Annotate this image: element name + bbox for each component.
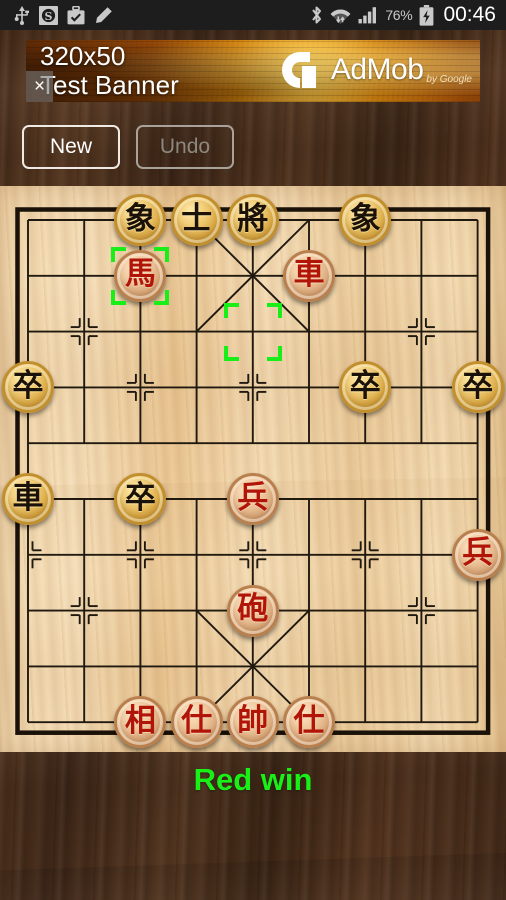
usb-icon bbox=[14, 5, 29, 25]
signal-bars-icon bbox=[358, 7, 377, 24]
board-pieces-layer: 象士將象馬車卒卒卒車卒兵兵砲相仕帥仕 bbox=[0, 186, 506, 752]
ad-banner[interactable]: 320x50 Test Banner × AdMob by Google bbox=[26, 40, 480, 102]
admob-wordmark: AdMob bbox=[330, 53, 424, 86]
black-advisor[interactable]: 士 bbox=[170, 194, 223, 246]
piece-glyph: 帥 bbox=[237, 702, 269, 739]
wifi-icon bbox=[330, 9, 351, 24]
battery-percent-label: 76% bbox=[385, 7, 413, 23]
red-advisor[interactable]: 仕 bbox=[283, 696, 335, 749]
black-elephant[interactable]: 象 bbox=[339, 194, 392, 246]
status-bar: S 76% 00:46 bbox=[0, 0, 506, 30]
move-target-marker bbox=[223, 302, 282, 361]
toolbar: New Undo bbox=[0, 118, 506, 176]
new-game-button[interactable]: New bbox=[22, 125, 120, 169]
piece-glyph: 砲 bbox=[237, 591, 269, 628]
undo-button[interactable]: Undo bbox=[136, 125, 234, 169]
piece-glyph: 卒 bbox=[12, 367, 44, 404]
s-badge-icon: S bbox=[39, 5, 58, 25]
bluetooth-icon bbox=[312, 6, 322, 24]
status-bar-left-icons: S bbox=[0, 5, 113, 25]
red-soldier[interactable]: 兵 bbox=[226, 473, 279, 525]
red-chariot[interactable]: 車 bbox=[283, 249, 335, 302]
red-advisor[interactable]: 仕 bbox=[170, 696, 223, 749]
admob-mark-icon bbox=[276, 46, 324, 94]
ad-banner-text: 320x50 Test Banner bbox=[40, 41, 179, 100]
piece-glyph: 車 bbox=[12, 479, 44, 516]
game-result-label: Red win bbox=[193, 762, 313, 797]
red-elephant[interactable]: 相 bbox=[114, 696, 167, 749]
piece-glyph: 車 bbox=[293, 256, 325, 293]
piece-glyph: 馬 bbox=[124, 256, 156, 293]
battery-charging-icon bbox=[420, 4, 434, 26]
black-soldier[interactable]: 卒 bbox=[339, 361, 392, 414]
red-marshal[interactable]: 帥 bbox=[226, 696, 279, 749]
piece-glyph: 仕 bbox=[181, 702, 213, 739]
black-soldier[interactable]: 卒 bbox=[451, 361, 504, 414]
briefcase-check-icon bbox=[67, 5, 85, 24]
marker-pen-icon bbox=[96, 6, 112, 23]
clock-label: 00:46 bbox=[443, 3, 496, 26]
black-elephant[interactable]: 象 bbox=[114, 194, 167, 246]
piece-glyph: 仕 bbox=[293, 702, 325, 739]
ad-close-button[interactable]: × bbox=[26, 71, 53, 102]
xiangqi-board[interactable]: 象士將象馬車卒卒卒車卒兵兵砲相仕帥仕 bbox=[0, 186, 506, 752]
piece-glyph: 象 bbox=[124, 200, 156, 237]
piece-glyph: 將 bbox=[237, 200, 269, 237]
admob-logo: AdMob by Google bbox=[276, 46, 472, 94]
piece-glyph: 卒 bbox=[462, 367, 494, 404]
piece-glyph: 象 bbox=[349, 200, 381, 237]
piece-glyph: 兵 bbox=[237, 479, 269, 516]
black-chariot[interactable]: 車 bbox=[2, 473, 54, 525]
piece-glyph: 卒 bbox=[349, 367, 381, 404]
admob-by-google-label: by Google bbox=[426, 74, 472, 85]
red-cannon[interactable]: 砲 bbox=[226, 584, 279, 637]
piece-glyph: 兵 bbox=[462, 535, 494, 572]
piece-glyph: 士 bbox=[181, 200, 213, 237]
black-soldier[interactable]: 卒 bbox=[2, 361, 54, 414]
svg-text:S: S bbox=[45, 10, 53, 23]
status-bar-right-icons: 76% 00:46 bbox=[310, 3, 506, 27]
piece-glyph: 卒 bbox=[124, 479, 156, 516]
black-general[interactable]: 將 bbox=[226, 194, 279, 246]
black-soldier[interactable]: 卒 bbox=[114, 473, 167, 525]
red-horse[interactable]: 馬 bbox=[114, 249, 167, 302]
piece-glyph: 相 bbox=[124, 702, 156, 739]
red-soldier[interactable]: 兵 bbox=[451, 528, 504, 581]
